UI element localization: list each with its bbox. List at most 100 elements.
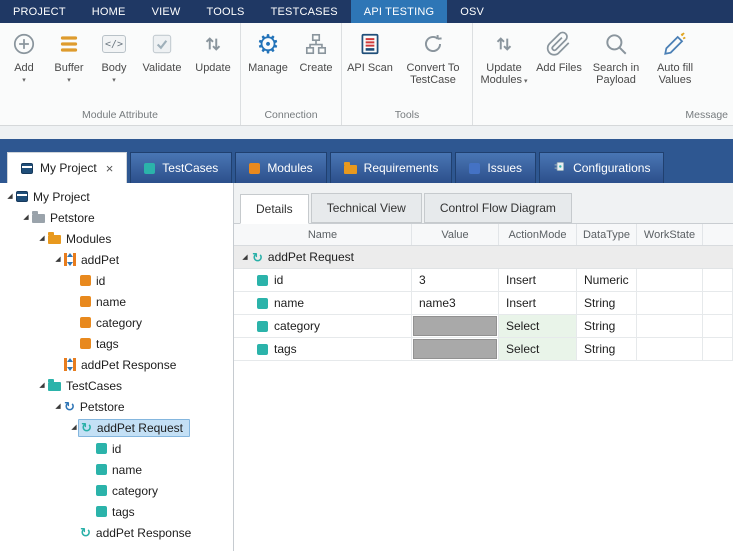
tab-modules[interactable]: Modules — [235, 152, 326, 183]
refresh-icon: ↻ — [252, 251, 263, 264]
tree-item-addpet-module[interactable]: ◢ addPet — [0, 249, 233, 270]
main-content: ◢ My Project ◢ Petstore ◢ Modules ◢ addP… — [0, 183, 733, 551]
tree-item-modules[interactable]: ◢ Modules — [0, 228, 233, 249]
cell-name[interactable]: id — [234, 269, 412, 291]
menu-osv[interactable]: OSV — [447, 0, 497, 23]
tree-item-name[interactable]: name — [0, 291, 233, 312]
expander-icon[interactable]: ◢ — [52, 403, 64, 410]
cell-actionmode[interactable]: Select — [499, 315, 577, 337]
tab-requirements[interactable]: Requirements — [330, 152, 453, 183]
cell-filler — [703, 338, 733, 360]
cell-workstate[interactable] — [637, 292, 703, 314]
tree-item-category[interactable]: category — [0, 312, 233, 333]
group-row-addpet-request[interactable]: ◢ ↻ addPet Request — [234, 246, 733, 269]
ribbon-group-tools: API Scan Convert To TestCase Tools — [342, 23, 473, 125]
validate-button[interactable]: Validate — [136, 28, 188, 74]
search-in-payload-button[interactable]: Search in Payload — [585, 28, 647, 86]
attribute-icon — [80, 317, 91, 328]
cell-workstate[interactable] — [637, 269, 703, 291]
expander-icon[interactable]: ◢ — [52, 256, 64, 263]
dropdown-arrow-icon[interactable]: ▾ — [112, 76, 116, 85]
menu-testcases[interactable]: TESTCASES — [258, 0, 351, 23]
cell-workstate[interactable] — [637, 338, 703, 360]
attribute-icon — [96, 443, 107, 454]
folder-icon — [32, 214, 45, 223]
cell-value[interactable]: name3 — [412, 292, 499, 314]
create-button[interactable]: Create — [293, 28, 339, 74]
cell-actionmode[interactable]: Insert — [499, 269, 577, 291]
dropdown-arrow-icon[interactable]: ▾ — [22, 76, 26, 85]
tree-item-addpet-response[interactable]: ↻ addPet Response — [0, 522, 233, 543]
body-button[interactable]: </> Body ▾ — [92, 28, 136, 85]
api-scan-button[interactable]: API Scan — [344, 28, 396, 74]
tree-item-tags[interactable]: tags — [0, 333, 233, 354]
ribbon-group-module-attribute: Add ▾ Buffer ▾ </> Body ▾ — [0, 23, 241, 125]
tree-item-id[interactable]: id — [0, 438, 233, 459]
requirements-folder-icon — [344, 165, 357, 174]
close-icon[interactable]: × — [106, 162, 114, 175]
tab-control-flow-diagram[interactable]: Control Flow Diagram — [424, 193, 572, 223]
attributes-grid: Name Value ActionMode DataType WorkState… — [234, 224, 733, 361]
project-tree: ◢ My Project ◢ Petstore ◢ Modules ◢ addP… — [0, 183, 234, 551]
tab-technical-view[interactable]: Technical View — [311, 193, 422, 223]
issues-icon — [469, 163, 480, 174]
app-window: PROJECT HOME VIEW TOOLS TESTCASES API TE… — [0, 0, 733, 551]
cell-datatype[interactable]: String — [577, 338, 637, 360]
cell-value[interactable]: 3 — [412, 269, 499, 291]
tree-item-addpet-response-module[interactable]: addPet Response — [0, 354, 233, 375]
tree-item-category[interactable]: category — [0, 480, 233, 501]
group-label-message: Message — [475, 108, 731, 125]
cell-workstate[interactable] — [637, 315, 703, 337]
ribbon-group-connection: ⚙ Manage Create Connection — [241, 23, 342, 125]
attribute-icon — [80, 296, 91, 307]
tab-details[interactable]: Details — [240, 194, 309, 224]
tab-my-project[interactable]: My Project × — [7, 152, 127, 183]
tree-item-my-project[interactable]: ◢ My Project — [0, 186, 233, 207]
tree-item-id[interactable]: id — [0, 270, 233, 291]
expander-icon[interactable]: ◢ — [36, 235, 48, 242]
menu-api-testing[interactable]: API TESTING — [351, 0, 447, 23]
cell-datatype[interactable]: String — [577, 315, 637, 337]
tab-issues[interactable]: Issues — [455, 152, 536, 183]
tree-item-testcases[interactable]: ◢ TestCases — [0, 375, 233, 396]
cell-name[interactable]: tags — [234, 338, 412, 360]
cell-filler — [703, 292, 733, 314]
menu-tools[interactable]: TOOLS — [193, 0, 257, 23]
buffer-button[interactable]: Buffer ▾ — [46, 28, 92, 85]
search-icon — [603, 29, 629, 59]
update-button[interactable]: Update — [188, 28, 238, 74]
update-modules-button[interactable]: Update Modules▾ — [475, 28, 533, 88]
tree-item-name[interactable]: name — [0, 459, 233, 480]
tree-item-petstore-testcase[interactable]: ◢ ↻ Petstore — [0, 396, 233, 417]
refresh-icon: ↻ — [64, 400, 75, 413]
tab-configurations[interactable]: Configurations — [539, 152, 664, 183]
convert-to-testcase-button[interactable]: Convert To TestCase — [396, 28, 470, 86]
add-button[interactable]: Add ▾ — [2, 28, 46, 85]
manage-button[interactable]: ⚙ Manage — [243, 28, 293, 74]
expander-icon[interactable]: ◢ — [4, 193, 16, 200]
cell-datatype[interactable]: Numeric — [577, 269, 637, 291]
menu-view[interactable]: VIEW — [139, 0, 194, 23]
update-modules-icon — [491, 29, 517, 59]
tree-item-tags[interactable]: tags — [0, 501, 233, 522]
cell-name[interactable]: name — [234, 292, 412, 314]
dropdown-arrow-icon[interactable]: ▾ — [67, 76, 71, 85]
expander-icon[interactable]: ◢ — [239, 254, 251, 261]
expander-icon[interactable]: ◢ — [36, 382, 48, 389]
disabled-value-fill — [413, 316, 497, 336]
cell-name[interactable]: category — [234, 315, 412, 337]
expander-icon[interactable]: ◢ — [20, 214, 32, 221]
menu-project[interactable]: PROJECT — [0, 0, 79, 23]
auto-fill-values-button[interactable]: Auto fill Values — [647, 28, 703, 86]
cell-actionmode[interactable]: Insert — [499, 292, 577, 314]
tree-item-addpet-request[interactable]: ◢ ↻ addPet Request — [0, 417, 233, 438]
tree-item-petstore[interactable]: ◢ Petstore — [0, 207, 233, 228]
menu-home[interactable]: HOME — [79, 0, 139, 23]
cell-datatype[interactable]: String — [577, 292, 637, 314]
tab-testcases[interactable]: TestCases — [130, 152, 232, 183]
detail-tab-bar: Details Technical View Control Flow Diag… — [234, 183, 733, 224]
add-files-button[interactable]: Add Files — [533, 28, 585, 74]
paperclip-icon — [546, 29, 572, 59]
convert-arrow-icon — [420, 29, 446, 59]
cell-actionmode[interactable]: Select — [499, 338, 577, 360]
